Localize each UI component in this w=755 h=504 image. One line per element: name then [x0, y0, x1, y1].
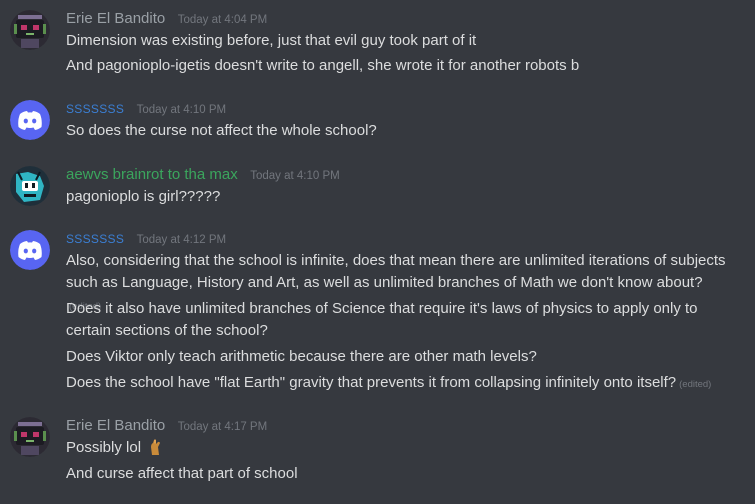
discord-default-avatar[interactable]	[10, 100, 50, 140]
dark-robot-avatar[interactable]	[10, 417, 50, 457]
message-text: And pagonioplo-igetis doesn't write to a…	[66, 57, 580, 74]
timestamp: Today at 4:10 PM	[136, 104, 227, 116]
cyan-character-avatar[interactable]	[10, 166, 50, 206]
message-header: SSSSSSS Today at 4:12 PM	[66, 230, 226, 250]
message-text: pagonioplo is girl?????	[66, 188, 221, 205]
author-name[interactable]: aewvs brainrot to tha max	[66, 166, 238, 183]
message-text: Also, considering that the school is inf…	[66, 252, 726, 269]
message-text: Does it also have unlimited branches of …	[66, 300, 698, 317]
message-text-span: such as Language, History and Art, as we…	[66, 274, 703, 291]
timestamp: Today at 4:10 PM	[250, 170, 340, 182]
message-text-span: Does the school have "flat Earth" gravit…	[66, 374, 677, 391]
timestamp: Today at 4:12 PM	[136, 234, 227, 246]
author-name[interactable]: Erie El Bandito	[66, 10, 165, 27]
author-name[interactable]: SSSSSSS	[66, 102, 124, 116]
message-text: Does the school have "flat Earth" gravit…	[66, 372, 736, 396]
message-text: Dimension was existing before, just that…	[66, 32, 477, 49]
timestamp: Today at 4:04 PM	[177, 14, 268, 26]
message-header: SSSSSSS Today at 4:10 PM	[66, 100, 226, 120]
edited-label: (edited)	[679, 379, 712, 390]
message-text: Possibly lol	[66, 437, 736, 459]
message-text: Does Viktor only teach arithmetic becaus…	[66, 348, 537, 365]
message-header: Erie El Bandito Today at 4:17 PM	[66, 417, 267, 437]
message-header: aewvs brainrot to tha max Today at 4:10 …	[66, 166, 340, 186]
timestamp: Today at 4:17 PM	[177, 421, 268, 433]
discord-default-avatar[interactable]	[10, 230, 50, 270]
message-header: Erie El Bandito Today at 4:04 PM	[66, 10, 267, 30]
message-text-span: Possibly lol	[66, 439, 142, 456]
message-text: And curse affect that part of school	[66, 465, 298, 482]
chat-messages: Erie El Bandito Today at 4:04 PM Dimensi…	[0, 0, 755, 504]
pinching-hand-emoji[interactable]	[147, 438, 163, 456]
message-text: certain sections of the school?	[66, 322, 268, 339]
message-text: So does the curse not affect the whole s…	[66, 122, 377, 139]
author-name[interactable]: SSSSSSS	[66, 232, 124, 246]
dark-robot-avatar[interactable]	[10, 10, 50, 50]
author-name[interactable]: Erie El Bandito	[66, 417, 165, 434]
